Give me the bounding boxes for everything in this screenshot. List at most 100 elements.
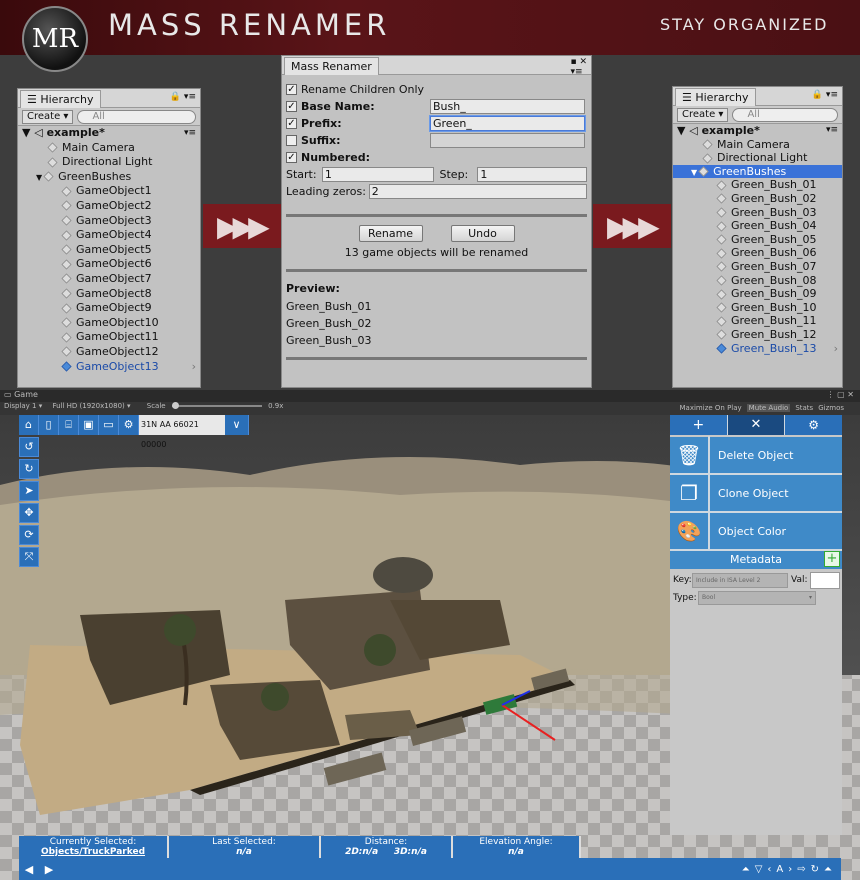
- hierarchy-item[interactable]: GameObject10: [18, 316, 200, 331]
- add-tab-icon[interactable]: +: [670, 415, 728, 435]
- search-input[interactable]: All: [732, 107, 838, 122]
- tab-game[interactable]: ▭ Game: [4, 390, 38, 399]
- key-input[interactable]: Include in ISA Level 2: [692, 572, 788, 588]
- hierarchy-item[interactable]: Green_Bush_09: [673, 287, 842, 301]
- hierarchy-item[interactable]: GameObject4: [18, 228, 200, 243]
- action-clone-button[interactable]: ❐ Clone Object: [670, 474, 842, 513]
- display-dropdown[interactable]: Display 1 ▾: [4, 402, 42, 410]
- hierarchy-item[interactable]: Green_Bush_04: [673, 219, 842, 233]
- hierarchy-item[interactable]: Green_Bush_01: [673, 178, 842, 192]
- panel-menu-icon[interactable]: 🔒 ▾≡: [812, 90, 838, 100]
- hierarchy-item[interactable]: ▼ GreenBushes: [18, 170, 200, 185]
- prefix-checkbox[interactable]: ✓: [286, 118, 297, 129]
- hierarchy-item[interactable]: GameObject13 ›: [18, 360, 200, 375]
- base-name-input[interactable]: Bush_: [430, 99, 585, 114]
- numbered-checkbox[interactable]: ✓: [286, 152, 297, 163]
- hierarchy-item[interactable]: GameObject7: [18, 272, 200, 287]
- hierarchy-item[interactable]: Green_Bush_07: [673, 260, 842, 274]
- home-icon[interactable]: ⌂: [19, 415, 39, 435]
- hierarchy-item[interactable]: Main Camera: [18, 141, 200, 156]
- hierarchy-item[interactable]: Green_Bush_11: [673, 314, 842, 328]
- hierarchy-item[interactable]: Directional Light: [673, 151, 842, 165]
- tab-hierarchy[interactable]: ☰ Hierarchy: [20, 90, 101, 108]
- new-file-icon[interactable]: ▯: [39, 415, 59, 435]
- hierarchy-item[interactable]: GameObject12: [18, 345, 200, 360]
- move-icon[interactable]: ✥: [19, 503, 39, 523]
- rename-button[interactable]: Rename: [358, 225, 423, 242]
- hierarchy-item[interactable]: Green_Bush_13 ›: [673, 342, 842, 356]
- hierarchy-item[interactable]: GameObject1: [18, 184, 200, 199]
- expand-icon[interactable]: ▼: [691, 168, 697, 177]
- settings-tab-icon[interactable]: ⚙: [785, 415, 842, 435]
- game-toggle[interactable]: Mute Audio: [746, 404, 791, 412]
- redo-icon[interactable]: ↻: [19, 459, 39, 479]
- game-viewport[interactable]: ⌂ ▯ ⌸ ▣ ▭ ⚙ 31N AA 66021 00000 ∨ ↺ ↻ ➤ ✥…: [0, 415, 860, 880]
- scene-row[interactable]: ▼ ◁ example* ▾≡: [18, 126, 200, 141]
- open-folder-icon[interactable]: ▭: [99, 415, 119, 435]
- scene-row[interactable]: ▼ ◁ example* ▾≡: [673, 124, 842, 138]
- view-mode-icons[interactable]: ⏶▽‹A›⇨↻⏶: [742, 864, 837, 875]
- rename-children-checkbox[interactable]: ✓: [286, 84, 297, 95]
- undo-button[interactable]: Undo: [450, 225, 515, 242]
- hierarchy-item[interactable]: ▼ GreenBushes: [673, 164, 842, 179]
- prefix-input[interactable]: Green_: [430, 116, 585, 131]
- scene-menu-icon[interactable]: ▾≡: [184, 126, 196, 141]
- suffix-input[interactable]: [430, 133, 585, 148]
- panel-menu-icon[interactable]: 🔒 ▾≡: [170, 92, 196, 102]
- next-icon[interactable]: ▶: [39, 863, 59, 876]
- hierarchy-item[interactable]: Green_Bush_12: [673, 328, 842, 342]
- leading-zeros-input[interactable]: 2: [368, 184, 587, 199]
- hierarchy-item[interactable]: Green_Bush_10: [673, 301, 842, 315]
- hierarchy-item[interactable]: GameObject9: [18, 301, 200, 316]
- create-button[interactable]: Create ▾: [677, 107, 729, 122]
- tools-tab-icon[interactable]: ✕: [727, 415, 786, 435]
- step-input[interactable]: 1: [477, 167, 587, 182]
- hierarchy-item[interactable]: Main Camera: [673, 138, 842, 152]
- pointer-icon[interactable]: ➤: [19, 481, 39, 501]
- hierarchy-item[interactable]: Green_Bush_06: [673, 246, 842, 260]
- scale-slider[interactable]: [171, 402, 262, 409]
- hierarchy-item[interactable]: Green_Bush_02: [673, 192, 842, 206]
- add-metadata-button[interactable]: +: [824, 551, 840, 567]
- value-input[interactable]: [810, 571, 840, 589]
- resolution-dropdown[interactable]: Full HD (1920x1080) ▾: [52, 402, 130, 410]
- hierarchy-item[interactable]: GameObject2: [18, 199, 200, 214]
- chevron-down-icon[interactable]: ∨: [225, 415, 249, 435]
- window-menu-icon[interactable]: ▪ ✕ ▾≡: [570, 57, 587, 77]
- save-icon[interactable]: ▣: [79, 415, 99, 435]
- undo-icon[interactable]: ↺: [19, 437, 39, 457]
- tab-hierarchy[interactable]: ☰ Hierarchy: [675, 88, 756, 106]
- game-toggle[interactable]: Gizmos: [818, 404, 844, 412]
- gameobject-icon: [716, 261, 727, 273]
- action-trash-button[interactable]: 🗑 Delete Object: [670, 436, 842, 475]
- status-cell: Currently Selected: Objects/TruckParked: [19, 836, 169, 858]
- start-input[interactable]: 1: [321, 167, 434, 182]
- folder-icon[interactable]: ⌸: [59, 415, 79, 435]
- scale-icon[interactable]: ⤧: [19, 547, 39, 567]
- search-input[interactable]: All: [77, 109, 196, 124]
- hierarchy-item[interactable]: Directional Light: [18, 155, 200, 170]
- hierarchy-item[interactable]: GameObject8: [18, 287, 200, 302]
- coordinate-field[interactable]: 31N AA 66021 00000: [139, 415, 225, 449]
- rotate-icon[interactable]: ⟳: [19, 525, 39, 545]
- hierarchy-item[interactable]: GameObject5: [18, 243, 200, 258]
- suffix-checkbox[interactable]: [286, 135, 297, 146]
- hierarchy-item[interactable]: Green_Bush_08: [673, 274, 842, 288]
- hierarchy-item[interactable]: GameObject3: [18, 214, 200, 229]
- hierarchy-item[interactable]: Green_Bush_05: [673, 233, 842, 247]
- gear-icon[interactable]: ⚙: [119, 415, 139, 435]
- hierarchy-item[interactable]: Green_Bush_03: [673, 206, 842, 220]
- hierarchy-item[interactable]: GameObject11: [18, 330, 200, 345]
- create-button[interactable]: Create ▾: [22, 109, 74, 124]
- action-palette-button[interactable]: 🎨 Object Color: [670, 512, 842, 551]
- game-toggle[interactable]: Maximize On Play: [680, 404, 742, 412]
- window-controls-icon[interactable]: ⋮ ▢ ✕: [827, 390, 854, 399]
- hierarchy-item[interactable]: GameObject6: [18, 257, 200, 272]
- base-name-checkbox[interactable]: ✓: [286, 101, 297, 112]
- type-dropdown[interactable]: Bool ▾: [698, 591, 816, 605]
- tab-mass-renamer[interactable]: Mass Renamer: [284, 57, 379, 75]
- prev-icon[interactable]: ◀: [19, 863, 39, 876]
- expand-icon[interactable]: ▼: [36, 173, 42, 182]
- scene-menu-icon[interactable]: ▾≡: [826, 124, 838, 138]
- game-toggle[interactable]: Stats: [795, 404, 813, 412]
